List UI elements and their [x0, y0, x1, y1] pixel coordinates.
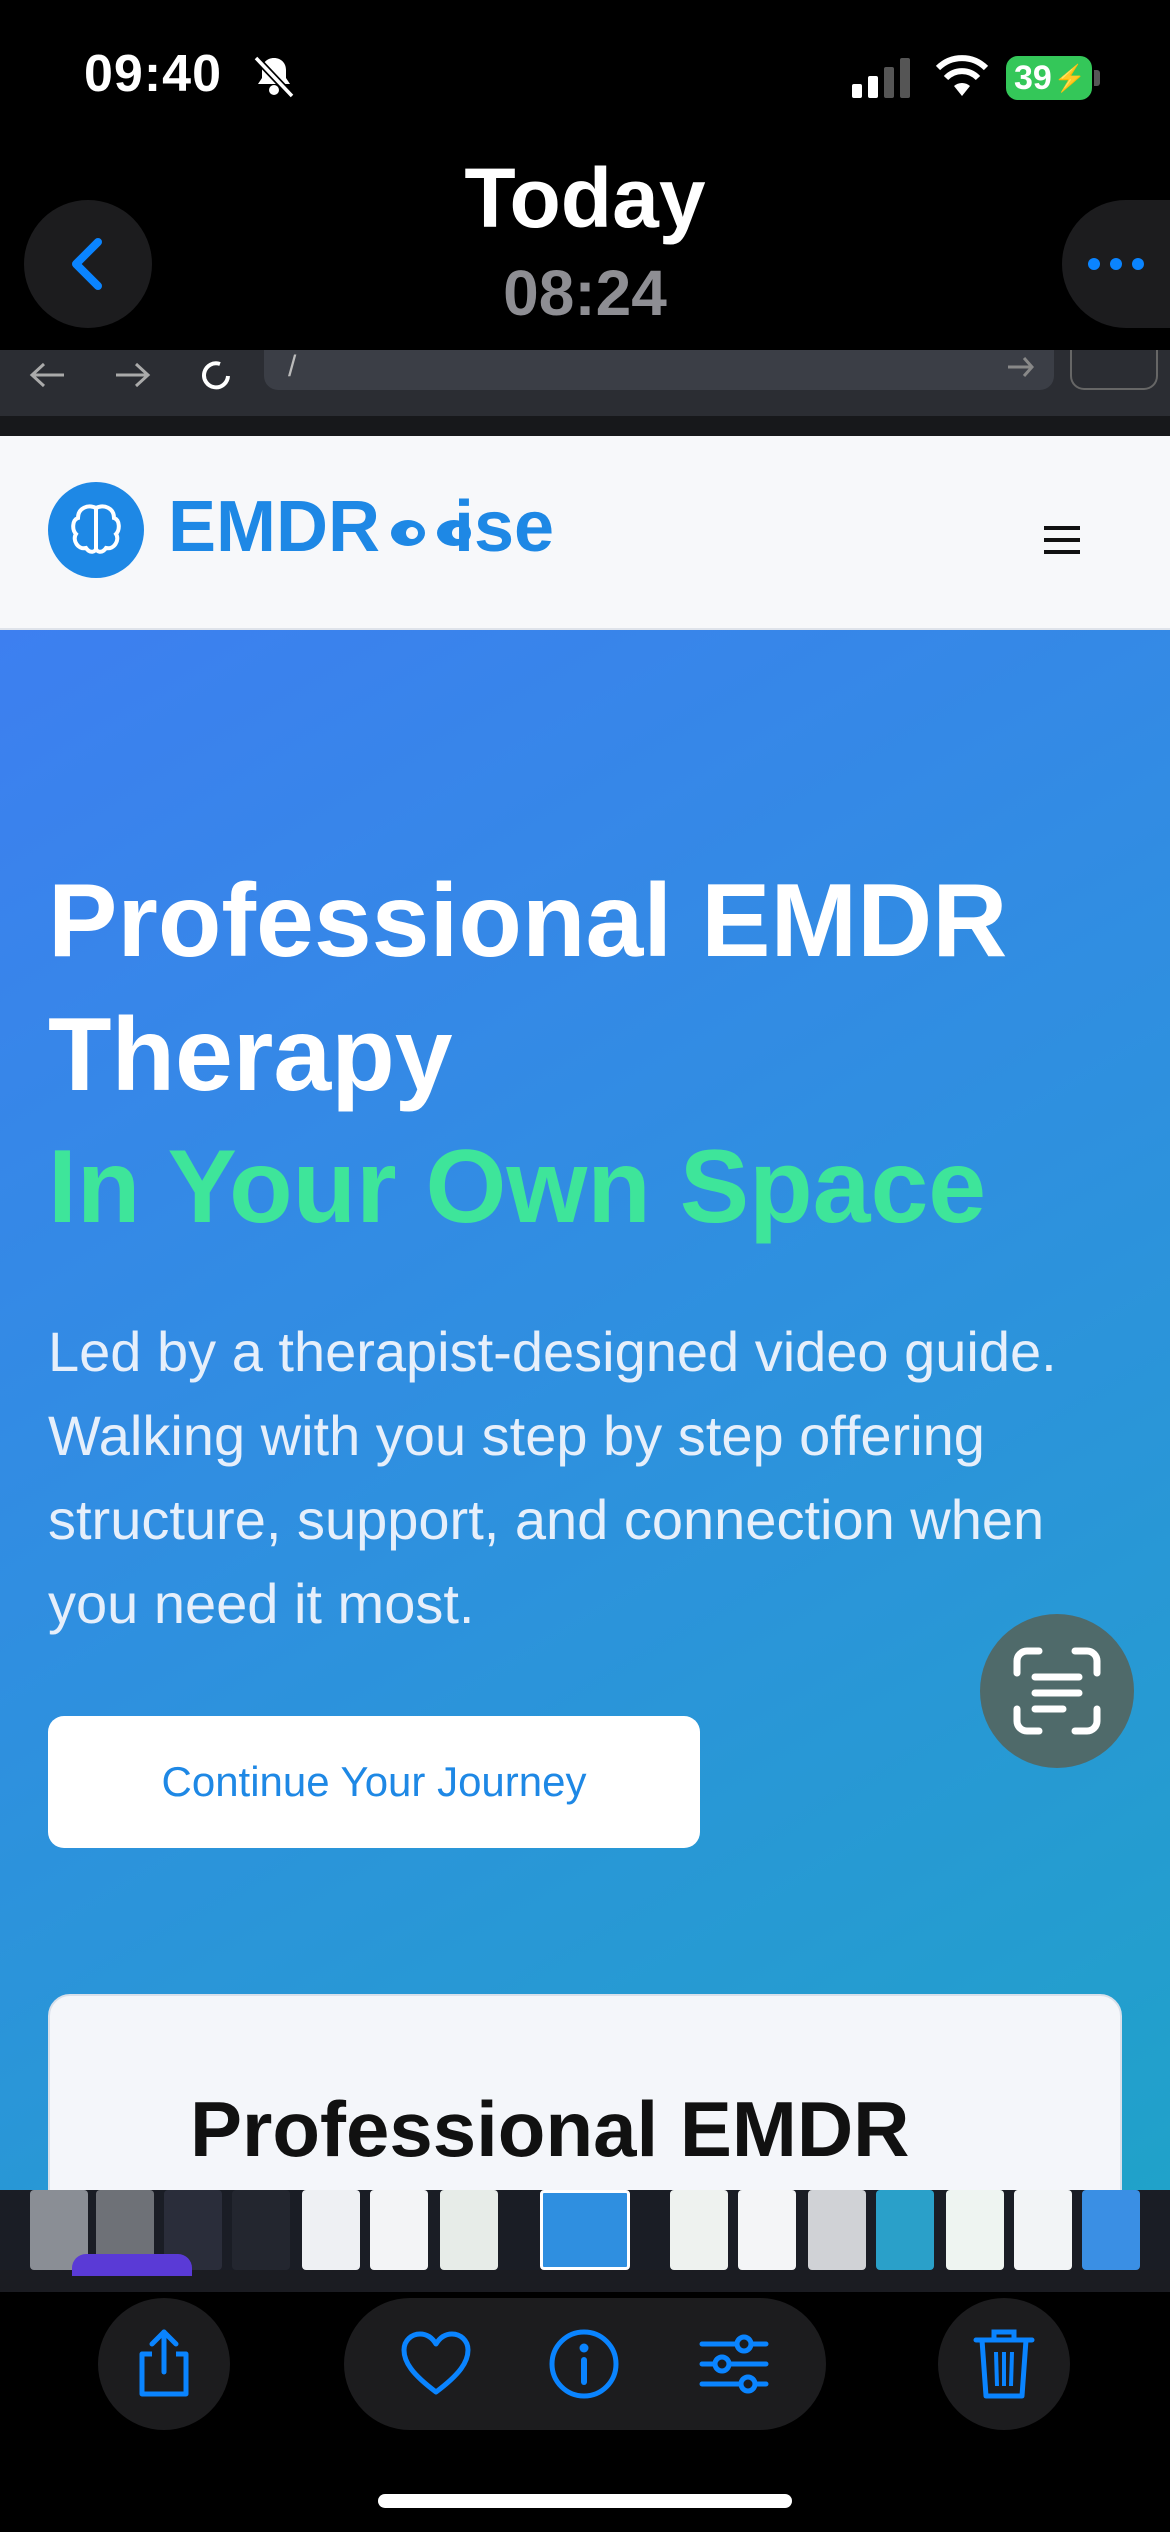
trash-icon: [973, 2329, 1035, 2399]
photo-time-subtitle: 08:24: [503, 257, 667, 329]
heart-icon[interactable]: [398, 2326, 474, 2402]
thumbnail[interactable]: [1082, 2190, 1140, 2270]
thumbnail[interactable]: [232, 2190, 290, 2270]
strip-indicator: [72, 2254, 192, 2276]
thumbnail-selected[interactable]: [540, 2190, 630, 2270]
hamburger-menu-icon[interactable]: [1038, 516, 1086, 564]
reload-icon[interactable]: [196, 356, 236, 396]
battery-charging-icon: 39 ⚡: [1006, 56, 1092, 100]
hero-description: Led by a therapist-designed video guide.…: [48, 1320, 1057, 1635]
share-button[interactable]: [98, 2298, 230, 2430]
battery-cap: [1094, 70, 1100, 86]
thumbnail[interactable]: [1014, 2190, 1072, 2270]
hero-heading-highlight: In Your Own Space: [48, 1129, 987, 1245]
arrow-right-icon[interactable]: [112, 360, 152, 390]
photo-date-title: Today: [464, 151, 706, 245]
photo-viewer[interactable]: / EMDR ise Professional EMDR Therapy In: [0, 350, 1170, 2270]
brain-icon[interactable]: [48, 482, 144, 578]
logo-text[interactable]: EMDR: [168, 486, 380, 568]
ellipsis-icon: [1088, 258, 1144, 270]
wifi-icon: [935, 55, 989, 96]
battery-level: 39: [1014, 58, 1052, 97]
thumbnail[interactable]: [670, 2190, 728, 2270]
hero-section: Professional EMDR Therapy In Your Own Sp…: [0, 630, 1170, 2270]
status-bar: 09:40 39 ⚡: [0, 0, 1170, 140]
preview-card-title: Professional EMDR: [190, 2085, 910, 2173]
go-arrow-icon[interactable]: [1006, 354, 1036, 380]
arrow-left-icon[interactable]: [28, 360, 68, 390]
thumbnail[interactable]: [946, 2190, 1004, 2270]
continue-journey-button[interactable]: Continue Your Journey: [48, 1716, 700, 1848]
info-icon[interactable]: [546, 2326, 622, 2402]
live-text-button[interactable]: [980, 1614, 1134, 1768]
url-text: /: [288, 350, 297, 383]
thumbnail[interactable]: [302, 2190, 360, 2270]
brain-icon-glyph: [71, 504, 121, 554]
thumbnail[interactable]: [808, 2190, 866, 2270]
cellular-signal-icon: [852, 58, 910, 98]
open-external-icon[interactable]: [1070, 350, 1158, 390]
thumbnail[interactable]: [738, 2190, 796, 2270]
hero-heading-line2: Therapy: [48, 997, 453, 1113]
hero-heading: Professional EMDR Therapy: [48, 854, 1128, 1122]
site-navbar: EMDR ise: [0, 436, 1170, 630]
hero-heading-line1: Professional EMDR: [48, 863, 1008, 979]
thumbnail[interactable]: [440, 2190, 498, 2270]
browser-toolbar: /: [0, 350, 1170, 416]
thumbnail[interactable]: [876, 2190, 934, 2270]
home-indicator[interactable]: [378, 2494, 792, 2508]
live-text-scan-icon: [1013, 1647, 1101, 1735]
bell-slash-icon: [253, 55, 295, 99]
url-bar[interactable]: /: [264, 350, 1054, 390]
thumbnail[interactable]: [370, 2190, 428, 2270]
browser-divider: [0, 416, 1170, 436]
share-icon: [139, 2329, 189, 2397]
delete-button[interactable]: [938, 2298, 1070, 2430]
status-time: 09:40: [84, 45, 222, 103]
logo-text-suffix[interactable]: ise: [454, 486, 554, 568]
sliders-icon[interactable]: [696, 2326, 772, 2402]
